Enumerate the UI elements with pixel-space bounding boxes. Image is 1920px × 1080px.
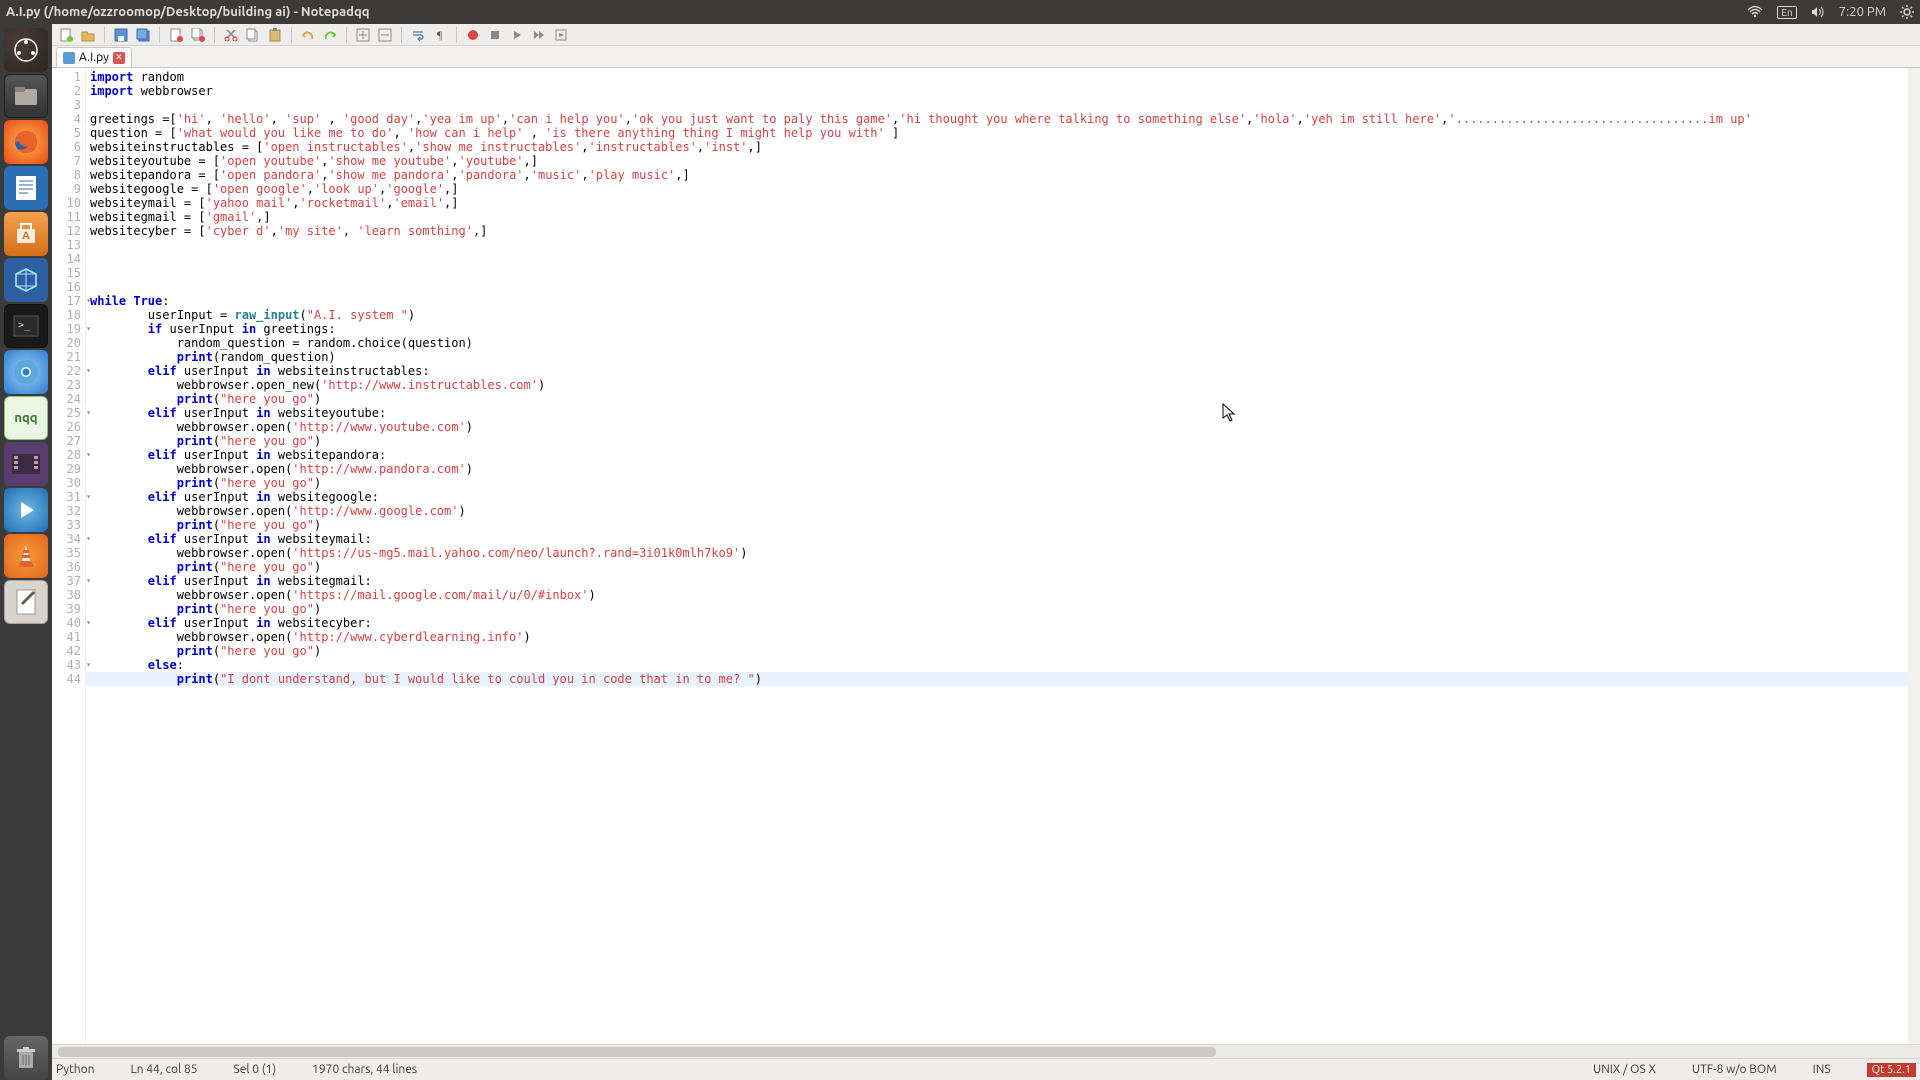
close-all-button[interactable] (190, 27, 206, 43)
run-macro-multi-button[interactable] (531, 27, 547, 43)
status-encoding[interactable]: UTF-8 w/o BOM (1692, 1063, 1777, 1076)
wifi-icon[interactable] (1747, 6, 1763, 18)
paste-button[interactable] (267, 27, 283, 43)
launcher-writer-icon[interactable] (4, 166, 48, 210)
system-indicators: En 7:20 PM (1747, 5, 1914, 19)
undo-button[interactable] (300, 27, 316, 43)
zoom-out-button[interactable] (377, 27, 393, 43)
launcher-software-center-icon[interactable]: A (4, 212, 48, 256)
launcher-terminal-icon[interactable]: >_ (4, 304, 48, 348)
notepadqq-window: ¶ A.I.py ✕ 12345678910111213141516171819… (52, 24, 1920, 1080)
launcher-virtualbox-icon[interactable] (4, 258, 48, 302)
file-type-icon (63, 52, 75, 64)
editor[interactable]: 1234567891011121314151617181920212223242… (52, 68, 1920, 1044)
status-bar: Python Ln 44, col 85 Sel 0 (1) 1970 char… (52, 1058, 1920, 1080)
play-macro-button[interactable] (509, 27, 525, 43)
launcher-text-editor-icon[interactable] (4, 580, 48, 624)
save-button[interactable] (113, 27, 129, 43)
launcher-trash-icon[interactable] (4, 1036, 48, 1080)
tab-label: A.I.py (79, 51, 109, 64)
keyboard-lang-indicator[interactable]: En (1777, 6, 1796, 19)
toolbar: ¶ (52, 24, 1920, 46)
status-chars: 1970 chars, 44 lines (312, 1063, 417, 1076)
svg-text:>_: >_ (18, 320, 31, 331)
svg-text:¶: ¶ (437, 28, 443, 42)
cut-button[interactable] (223, 27, 239, 43)
launcher-video-editor-icon[interactable] (4, 442, 48, 486)
show-symbols-button[interactable]: ¶ (432, 27, 448, 43)
launcher-vlc-icon[interactable] (4, 534, 48, 578)
window-title: A.I.py (/home/ozzroomop/Desktop/building… (6, 5, 1747, 19)
system-menubar: A.I.py (/home/ozzroomop/Desktop/building… (0, 0, 1920, 24)
save-macro-button[interactable] (553, 27, 569, 43)
close-button[interactable] (168, 27, 184, 43)
open-file-button[interactable] (80, 27, 96, 43)
launcher-notepadqq-icon[interactable]: nqq (4, 396, 48, 440)
new-file-button[interactable] (58, 27, 74, 43)
launcher-media-player-icon[interactable] (4, 488, 48, 532)
status-position: Ln 44, col 85 (131, 1063, 198, 1076)
zoom-in-button[interactable] (355, 27, 371, 43)
launcher-files-icon[interactable] (4, 74, 48, 118)
status-eol[interactable]: UNIX / OS X (1593, 1063, 1656, 1076)
record-macro-button[interactable] (465, 27, 481, 43)
vertical-scrollbar[interactable] (1908, 68, 1920, 1044)
redo-button[interactable] (322, 27, 338, 43)
svg-text:A: A (22, 230, 30, 242)
tab-close-button[interactable]: ✕ (113, 52, 125, 64)
tab-bar: A.I.py ✕ (52, 46, 1920, 68)
copy-button[interactable] (245, 27, 261, 43)
unity-launcher: A >_ nqq (0, 24, 52, 1080)
clock[interactable]: 7:20 PM (1839, 5, 1886, 19)
status-insert-mode[interactable]: INS (1813, 1063, 1831, 1076)
file-tab[interactable]: A.I.py ✕ (56, 47, 132, 67)
status-language[interactable]: Python (56, 1063, 95, 1076)
save-all-button[interactable] (135, 27, 151, 43)
gear-icon[interactable] (1900, 5, 1914, 19)
word-wrap-button[interactable] (410, 27, 426, 43)
qt-version-badge: Qt 5.2.1 (1867, 1063, 1916, 1077)
code-area[interactable]: import randomimport webbrowsergreetings … (86, 68, 1920, 1044)
launcher-dash-icon[interactable] (4, 28, 48, 72)
line-number-gutter: 1234567891011121314151617181920212223242… (52, 68, 86, 1044)
launcher-firefox-icon[interactable] (4, 120, 48, 164)
stop-macro-button[interactable] (487, 27, 503, 43)
launcher-chromium-icon[interactable] (4, 350, 48, 394)
horizontal-scrollbar[interactable] (52, 1044, 1920, 1058)
status-selection: Sel 0 (1) (233, 1063, 276, 1076)
volume-icon[interactable] (1811, 6, 1825, 18)
